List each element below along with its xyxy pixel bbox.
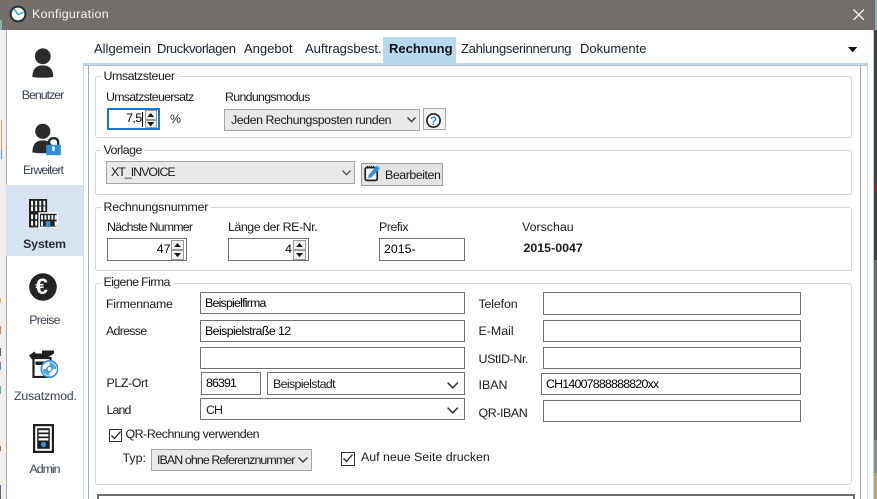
svg-text:?: ? [430, 116, 437, 128]
svg-text:€: € [35, 274, 48, 299]
